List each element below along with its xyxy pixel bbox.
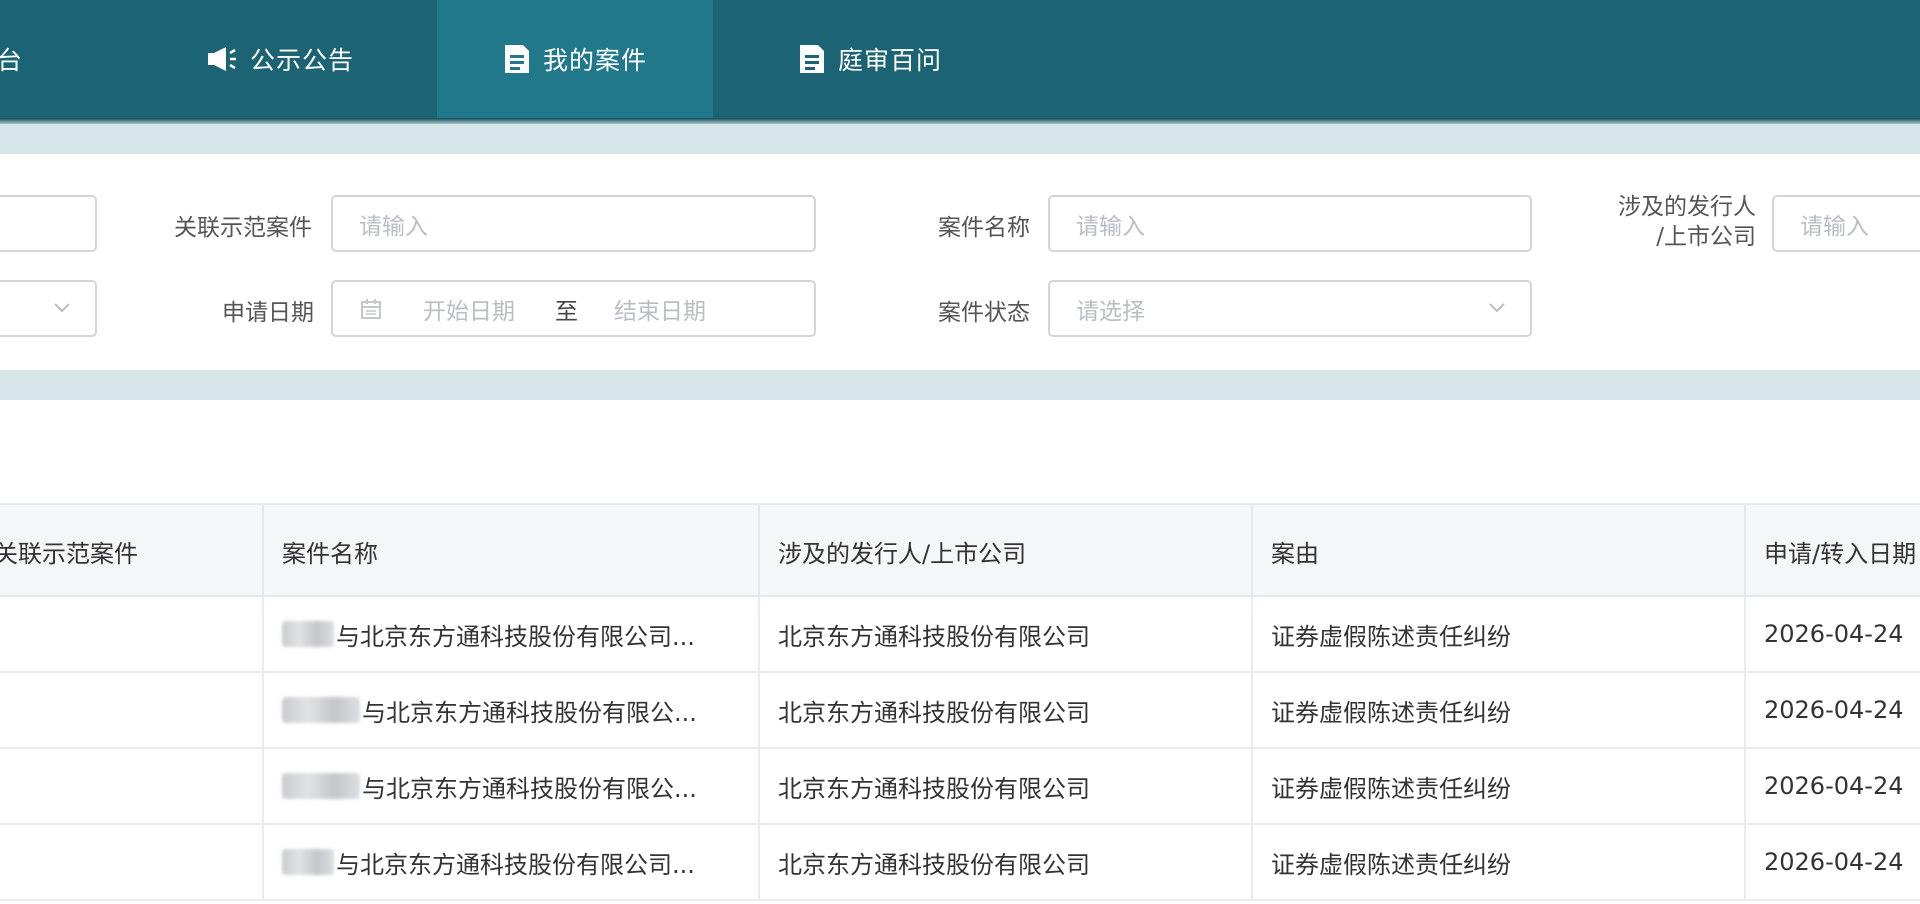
cell-cause: 证券虚假陈述责任纠纷 <box>1251 825 1744 899</box>
table-header: 关联示范案件 案件名称 涉及的发行人/上市公司 案由 申请/转入日期 <box>0 503 1920 597</box>
cell-apply-date: 2026-04-24 <box>1744 825 1920 899</box>
table-row[interactable]: 与北京东方通科技股份有限公司... 北京东方通科技股份有限公司 证券虚假陈述责任… <box>0 825 1920 901</box>
table-row[interactable]: 与北京东方通科技股份有限公... 北京东方通科技股份有限公司 证券虚假陈述责任纠… <box>0 673 1920 749</box>
cell-related-case <box>0 749 262 823</box>
nav-item-label: 公示公告 <box>249 46 354 75</box>
cell-case-name[interactable]: 与北京东方通科技股份有限公... <box>262 673 758 747</box>
filter-panel: 关联示范案件 请输入 案件名称 请输入 涉及的发行人 /上市公司 请输入 申请日… <box>0 154 1920 370</box>
issuer-label-line2: /上市公司 <box>1656 224 1756 250</box>
cell-issuer: 北京东方通科技股份有限公司 <box>758 825 1251 899</box>
case-name-placeholder: 请输入 <box>1076 213 1145 240</box>
chevron-down-icon <box>51 296 73 324</box>
nav-item-announcements[interactable]: 公示公告 <box>170 0 390 118</box>
document-icon <box>798 43 826 75</box>
cell-case-name[interactable]: 与北京东方通科技股份有限公司... <box>262 825 758 899</box>
cell-case-name[interactable]: 与北京东方通科技股份有限公司... <box>262 597 758 671</box>
case-status-select[interactable]: 请选择 <box>1048 280 1532 337</box>
filter-band-top <box>0 124 1920 154</box>
cell-issuer: 北京东方通科技股份有限公司 <box>758 673 1251 747</box>
case-status-label: 案件状态 <box>938 300 1030 326</box>
nav-item-label: 庭审百问 <box>837 46 942 75</box>
case-name-label: 案件名称 <box>938 215 1030 241</box>
column-header-related-case[interactable]: 关联示范案件 <box>0 505 262 597</box>
apply-date-label: 申请日期 <box>222 300 314 326</box>
nav-item-workbench[interactable]: 台 <box>0 0 60 118</box>
case-name-text: 与北京东方通科技股份有限公司... <box>336 622 695 651</box>
cell-related-case <box>0 825 262 899</box>
issuer-placeholder: 请输入 <box>1800 213 1869 240</box>
cell-related-case <box>0 673 262 747</box>
related-case-input[interactable]: 请输入 <box>331 195 816 252</box>
redacted-name <box>282 773 360 799</box>
cell-issuer: 北京东方通科技股份有限公司 <box>758 749 1251 823</box>
redacted-name <box>282 849 334 875</box>
start-date-placeholder[interactable]: 开始日期 <box>423 292 515 326</box>
cell-case-name[interactable]: 与北京东方通科技股份有限公... <box>262 749 758 823</box>
redacted-name <box>282 621 334 647</box>
table-row[interactable]: 与北京东方通科技股份有限公司... 北京东方通科技股份有限公司 证券虚假陈述责任… <box>0 597 1920 673</box>
case-status-placeholder: 请选择 <box>1076 298 1145 325</box>
cell-cause: 证券虚假陈述责任纠纷 <box>1251 749 1744 823</box>
cell-related-case <box>0 597 262 671</box>
apply-date-range[interactable]: 开始日期 至 结束日期 <box>331 280 816 337</box>
nav-item-label: 我的案件 <box>542 46 647 75</box>
case-name-text: 与北京东方通科技股份有限公... <box>362 774 697 803</box>
cell-cause: 证券虚假陈述责任纠纷 <box>1251 673 1744 747</box>
issuer-label-line1: 涉及的发行人 <box>1618 194 1756 220</box>
case-name-text: 与北京东方通科技股份有限公司... <box>336 850 695 879</box>
issuer-input[interactable]: 请输入 <box>1772 195 1920 252</box>
nav-item-label: 台 <box>0 46 23 75</box>
case-name-text: 与北京东方通科技股份有限公... <box>362 698 697 727</box>
nav-item-my-cases[interactable]: 我的案件 <box>437 0 713 118</box>
cell-cause: 证券虚假陈述责任纠纷 <box>1251 597 1744 671</box>
cell-apply-date: 2026-04-24 <box>1744 749 1920 823</box>
table-row[interactable]: 与北京东方通科技股份有限公... 北京东方通科技股份有限公司 证券虚假陈述责任纠… <box>0 749 1920 825</box>
related-case-label: 关联示范案件 <box>174 215 312 241</box>
partial-input[interactable] <box>0 195 97 252</box>
column-header-case-name[interactable]: 案件名称 <box>262 505 758 597</box>
document-icon <box>503 43 531 75</box>
cell-issuer: 北京东方通科技股份有限公司 <box>758 597 1251 671</box>
cell-apply-date: 2026-04-24 <box>1744 673 1920 747</box>
end-date-placeholder[interactable]: 结束日期 <box>614 292 706 326</box>
filter-band-bottom <box>0 370 1920 400</box>
redacted-name <box>282 697 360 723</box>
column-header-issuer[interactable]: 涉及的发行人/上市公司 <box>758 505 1251 597</box>
top-navigation: 台 公示公告 我的案件 庭审百问 <box>0 0 1920 124</box>
calendar-icon <box>359 297 383 321</box>
cell-apply-date: 2026-04-24 <box>1744 597 1920 671</box>
nav-item-trial-faq[interactable]: 庭审百问 <box>760 0 980 118</box>
column-header-cause[interactable]: 案由 <box>1251 505 1744 597</box>
chevron-down-icon <box>1486 296 1508 324</box>
date-separator: 至 <box>555 298 578 325</box>
case-name-input[interactable]: 请输入 <box>1048 195 1532 252</box>
partial-select[interactable] <box>0 280 97 337</box>
related-case-placeholder: 请输入 <box>359 213 428 240</box>
issuer-label: 涉及的发行人 /上市公司 <box>1570 192 1756 252</box>
column-header-apply-date[interactable]: 申请/转入日期 <box>1744 505 1920 597</box>
megaphone-icon <box>206 45 238 73</box>
